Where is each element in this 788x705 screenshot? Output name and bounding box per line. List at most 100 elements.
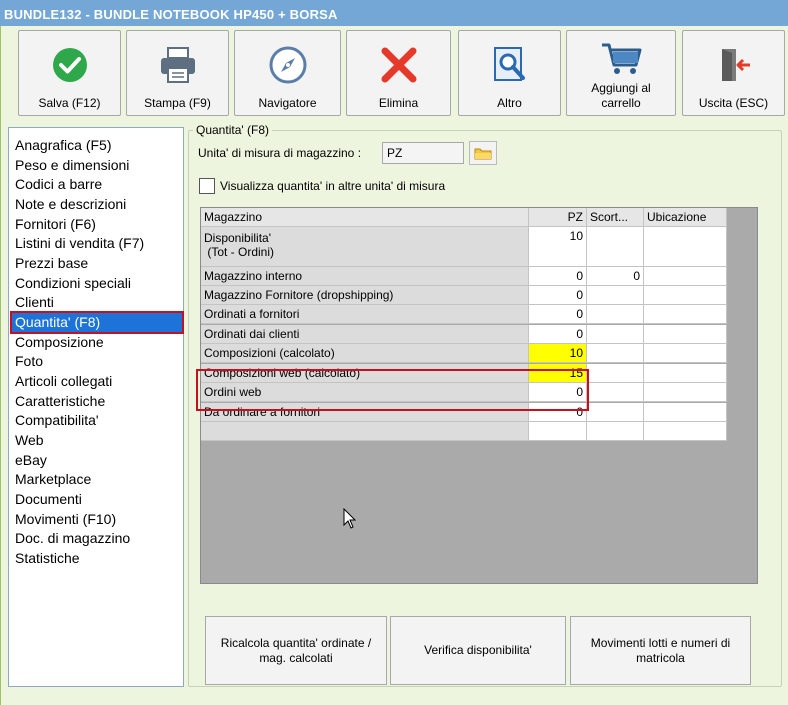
col-header-scorta[interactable]: Scort...: [587, 208, 644, 227]
exit-button[interactable]: Uscita (ESC): [682, 30, 785, 116]
nav-item-doc-magazzino[interactable]: Doc. di magazzino: [15, 529, 130, 548]
table-cell-scorta[interactable]: [587, 403, 644, 422]
table-cell-scorta[interactable]: [587, 305, 644, 324]
table-cell-ubicazione[interactable]: [644, 422, 727, 441]
nav-item-note[interactable]: Note e descrizioni: [15, 195, 126, 214]
table-cell-scorta[interactable]: [587, 364, 644, 383]
table-cell-scorta[interactable]: [587, 286, 644, 305]
table-row-label: Ordinati a fornitori: [201, 305, 529, 324]
add-to-cart-button[interactable]: Aggiungi al carrello: [566, 30, 676, 116]
table-row-label: Magazzino interno: [201, 267, 529, 286]
col-header-ubicazione[interactable]: Ubicazione: [644, 208, 727, 227]
table-cell-ubicazione[interactable]: [644, 305, 727, 324]
table-cell-scorta[interactable]: [587, 344, 644, 363]
table-cell-ubicazione[interactable]: [644, 403, 727, 422]
nav-item-composizione[interactable]: Composizione: [15, 333, 104, 352]
lot-serial-movements-button[interactable]: Movimenti lotti e numeri di matricola: [570, 616, 751, 685]
table-cell-ubicazione[interactable]: [644, 325, 727, 344]
table-cell-pz[interactable]: 0: [529, 305, 587, 324]
table-cell-scorta[interactable]: [587, 383, 644, 402]
nav-item-compatibilita[interactable]: Compatibilita': [15, 411, 99, 430]
delete-button[interactable]: Elimina: [346, 30, 451, 116]
navigator-label: Navigatore: [258, 96, 317, 110]
print-label: Stampa (F9): [144, 96, 211, 110]
table-cell-pz[interactable]: 0: [529, 383, 587, 402]
nav-item-fornitori[interactable]: Fornitori (F6): [15, 215, 96, 234]
quantity-group-title: Quantita' (F8): [193, 123, 272, 137]
table-cell-ubicazione[interactable]: [644, 344, 727, 363]
table-row-label: Ordinati dai clienti: [201, 325, 529, 344]
nav-item-caratteristiche[interactable]: Caratteristiche: [15, 392, 105, 411]
nav-item-marketplace[interactable]: Marketplace: [15, 470, 91, 489]
table-cell-pz[interactable]: 0: [529, 325, 587, 344]
print-button[interactable]: Stampa (F9): [126, 30, 229, 116]
nav-item-listini[interactable]: Listini di vendita (F7): [15, 234, 144, 253]
nav-item-condizioni[interactable]: Condizioni speciali: [15, 274, 131, 293]
nav-item-anagrafica[interactable]: Anagrafica (F5): [15, 136, 111, 155]
save-label: Salva (F12): [38, 96, 101, 110]
table-cell-pz-highlighted[interactable]: 15: [529, 364, 587, 383]
table-row-label: Composizioni web (calcolato): [201, 364, 529, 383]
col-header-pz[interactable]: PZ: [529, 208, 587, 227]
table-row-label: [201, 422, 529, 441]
toolbar: Salva (F12) Stampa (F9) Navigatore Elimi…: [1, 26, 788, 122]
nav-item-web[interactable]: Web: [15, 431, 44, 450]
nav-item-clienti[interactable]: Clienti: [15, 293, 54, 312]
table-cell-pz[interactable]: 0: [529, 286, 587, 305]
table-cell-pz[interactable]: 10: [529, 227, 587, 267]
nav-item-documenti[interactable]: Documenti: [15, 490, 82, 509]
table-cell-pz[interactable]: [529, 422, 587, 441]
more-button[interactable]: Altro: [458, 30, 561, 116]
table-cell-pz[interactable]: 0: [529, 403, 587, 422]
warehouse-grid[interactable]: Magazzino PZ Scort... Ubicazione Disponi…: [200, 207, 758, 584]
open-folder-button[interactable]: [469, 141, 497, 165]
folder-icon: [474, 148, 492, 160]
nav-item-prezzi[interactable]: Prezzi base: [15, 254, 88, 273]
nav-item-statistiche[interactable]: Statistiche: [15, 549, 80, 568]
show-other-units-checkbox[interactable]: [199, 178, 215, 194]
save-button[interactable]: Salva (F12): [18, 30, 121, 116]
table-cell-pz-highlighted[interactable]: 10: [529, 344, 587, 363]
delete-label: Elimina: [378, 96, 419, 110]
main-window: Salva (F12) Stampa (F9) Navigatore Elimi…: [0, 26, 788, 705]
nav-item-ebay[interactable]: eBay: [15, 451, 47, 470]
table-cell-pz[interactable]: 0: [529, 267, 587, 286]
nav-item-articoli-collegati[interactable]: Articoli collegati: [15, 372, 112, 391]
table-cell-ubicazione[interactable]: [644, 227, 727, 267]
table-cell-ubicazione[interactable]: [644, 267, 727, 286]
printer-icon: [127, 43, 228, 87]
table-cell-ubicazione[interactable]: [644, 364, 727, 383]
show-other-units-label: Visualizza quantita' in altre unita' di …: [220, 179, 446, 193]
table-cell-scorta[interactable]: [587, 325, 644, 344]
section-nav-list[interactable]: Anagrafica (F5) Peso e dimensioni Codici…: [8, 127, 184, 687]
check-icon: [19, 43, 120, 87]
nav-item-quantita-selected[interactable]: Quantita' (F8): [10, 311, 184, 334]
table-cell-scorta[interactable]: 0: [587, 267, 644, 286]
col-header-magazzino[interactable]: Magazzino: [201, 208, 529, 227]
nav-item-peso[interactable]: Peso e dimensioni: [15, 156, 129, 175]
check-availability-button[interactable]: Verifica disponibilita': [390, 616, 566, 685]
nav-item-movimenti[interactable]: Movimenti (F10): [15, 510, 116, 529]
nav-item-foto[interactable]: Foto: [15, 352, 43, 371]
navigator-button[interactable]: Navigatore: [234, 30, 341, 116]
action-buttons-panel: Ricalcola quantita' ordinate / mag. calc…: [200, 616, 758, 685]
table-cell-scorta[interactable]: [587, 227, 644, 267]
compass-icon: [235, 43, 340, 87]
more-label: Altro: [497, 96, 522, 110]
table-cell-ubicazione[interactable]: [644, 286, 727, 305]
recalculate-quantities-button[interactable]: Ricalcola quantita' ordinate / mag. calc…: [205, 616, 387, 685]
unit-of-measure-label: Unita' di misura di magazzino :: [198, 146, 362, 160]
unit-of-measure-field[interactable]: PZ: [382, 142, 464, 164]
add-to-cart-label: Aggiungi al carrello: [591, 81, 651, 110]
window-title: BUNDLE132 - BUNDLE NOTEBOOK HP450 + BORS…: [0, 0, 788, 26]
table-row-label: Da ordinare a fornitori: [201, 403, 529, 422]
table-row-label: Composizioni (calcolato): [201, 344, 529, 363]
table-row-label: Ordini web: [201, 383, 529, 402]
mouse-pointer-icon: [343, 507, 357, 533]
table-cell-scorta[interactable]: [587, 422, 644, 441]
nav-item-codici[interactable]: Codici a barre: [15, 175, 102, 194]
table-cell-ubicazione[interactable]: [644, 383, 727, 402]
table-row-label: Magazzino Fornitore (dropshipping): [201, 286, 529, 305]
delete-x-icon: [347, 43, 450, 87]
cart-icon: [567, 37, 675, 81]
